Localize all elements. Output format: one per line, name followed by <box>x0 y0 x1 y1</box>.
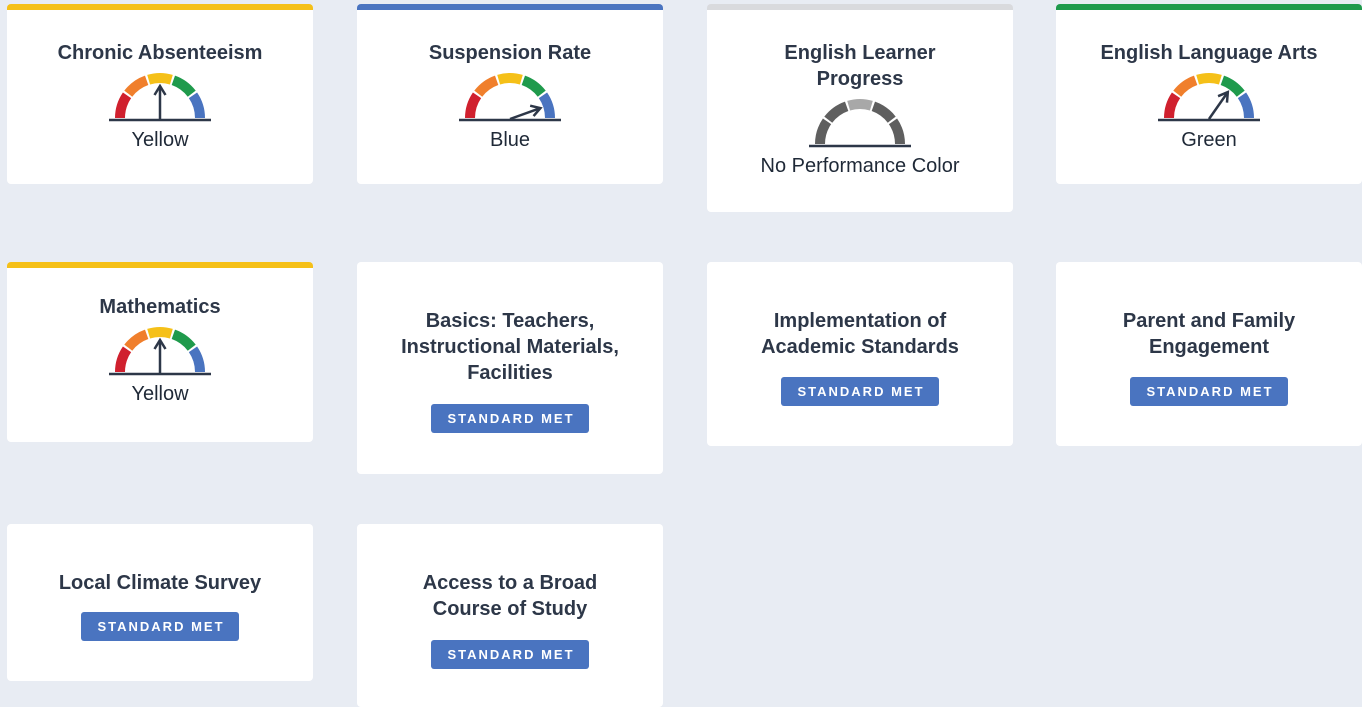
standard-met-badge: STANDARD MET <box>431 404 589 433</box>
gauge-segment <box>474 75 499 97</box>
card-local-climate-survey[interactable]: Local Climate Survey STANDARD MET <box>7 524 313 681</box>
card-title: Parent and Family Engagement <box>1122 310 1296 358</box>
gauge-segment <box>115 92 132 119</box>
gauge-icon <box>459 73 561 122</box>
gauge-segment <box>124 329 149 351</box>
gauge-needle <box>1207 90 1230 120</box>
standard-met-badge: STANDARD MET <box>81 612 239 641</box>
gauge-segment <box>1196 73 1222 85</box>
status-text: Yellow <box>131 383 189 405</box>
gauge-segment <box>1237 92 1254 119</box>
gauge-segment <box>521 75 546 97</box>
status-text: No Performance Color <box>760 155 960 177</box>
gauge-segment <box>1164 92 1181 119</box>
card-title: Chronic Absenteeism <box>57 42 263 64</box>
card-english-language-arts[interactable]: English Language Arts Green <box>1056 4 1362 184</box>
status-text: Blue <box>489 129 531 151</box>
gauge-segment <box>171 329 196 351</box>
card-basics[interactable]: Basics: Teachers, Instructional Material… <box>357 262 663 474</box>
gauge-icon <box>109 73 211 122</box>
gauge-segment <box>497 73 523 85</box>
gauge-segment <box>188 346 205 373</box>
gauge-icon <box>809 99 911 148</box>
gauge-segment <box>147 73 173 85</box>
card-english-learner-progress[interactable]: English Learner Progress No Performance … <box>707 4 1013 212</box>
card-parent-family-engagement[interactable]: Parent and Family Engagement STANDARD ME… <box>1056 262 1362 446</box>
card-mathematics[interactable]: Mathematics Yellow <box>7 262 313 442</box>
gauge-segment <box>147 327 173 339</box>
gauge-segment <box>171 75 196 97</box>
card-title: Suspension Rate <box>428 42 592 64</box>
gauge-segment <box>1220 75 1245 97</box>
standard-met-badge: STANDARD MET <box>781 377 939 406</box>
gauge-segment <box>115 346 132 373</box>
card-title: Mathematics <box>99 296 221 318</box>
gauge-needle <box>153 83 167 119</box>
card-implementation-academic-standards[interactable]: Implementation of Academic Standards STA… <box>707 262 1013 446</box>
card-title: Implementation of Academic Standards <box>761 310 959 358</box>
gauge-segment <box>465 92 482 119</box>
gauge-segment <box>815 118 832 145</box>
standard-met-badge: STANDARD MET <box>1130 377 1288 406</box>
gauge-segment <box>124 75 149 97</box>
card-title: Access to a Broad Course of Study <box>422 572 598 620</box>
gauge-icon <box>1158 73 1260 122</box>
standard-met-badge: STANDARD MET <box>431 640 589 669</box>
gauge-segment <box>538 92 555 119</box>
status-text: Green <box>1181 129 1237 151</box>
status-text: Yellow <box>131 129 189 151</box>
card-title: English Learner Progress <box>784 42 936 90</box>
gauge-segment <box>1173 75 1198 97</box>
gauge-segment <box>188 92 205 119</box>
card-title: Basics: Teachers, Instructional Material… <box>401 310 619 384</box>
gauge-segment <box>824 101 849 123</box>
gauge-needle <box>509 104 543 121</box>
card-chronic-absenteeism[interactable]: Chronic Absenteeism Yellow <box>7 4 313 184</box>
card-suspension-rate[interactable]: Suspension Rate Blue <box>357 4 663 184</box>
card-title: English Language Arts <box>1100 42 1318 64</box>
gauge-needle <box>153 337 167 373</box>
gauge-segment <box>871 101 896 123</box>
gauge-segment <box>888 118 905 145</box>
gauge-segment <box>847 99 873 111</box>
card-title: Local Climate Survey <box>58 572 262 594</box>
card-access-broad-course[interactable]: Access to a Broad Course of Study STANDA… <box>357 524 663 707</box>
gauge-icon <box>109 327 211 376</box>
